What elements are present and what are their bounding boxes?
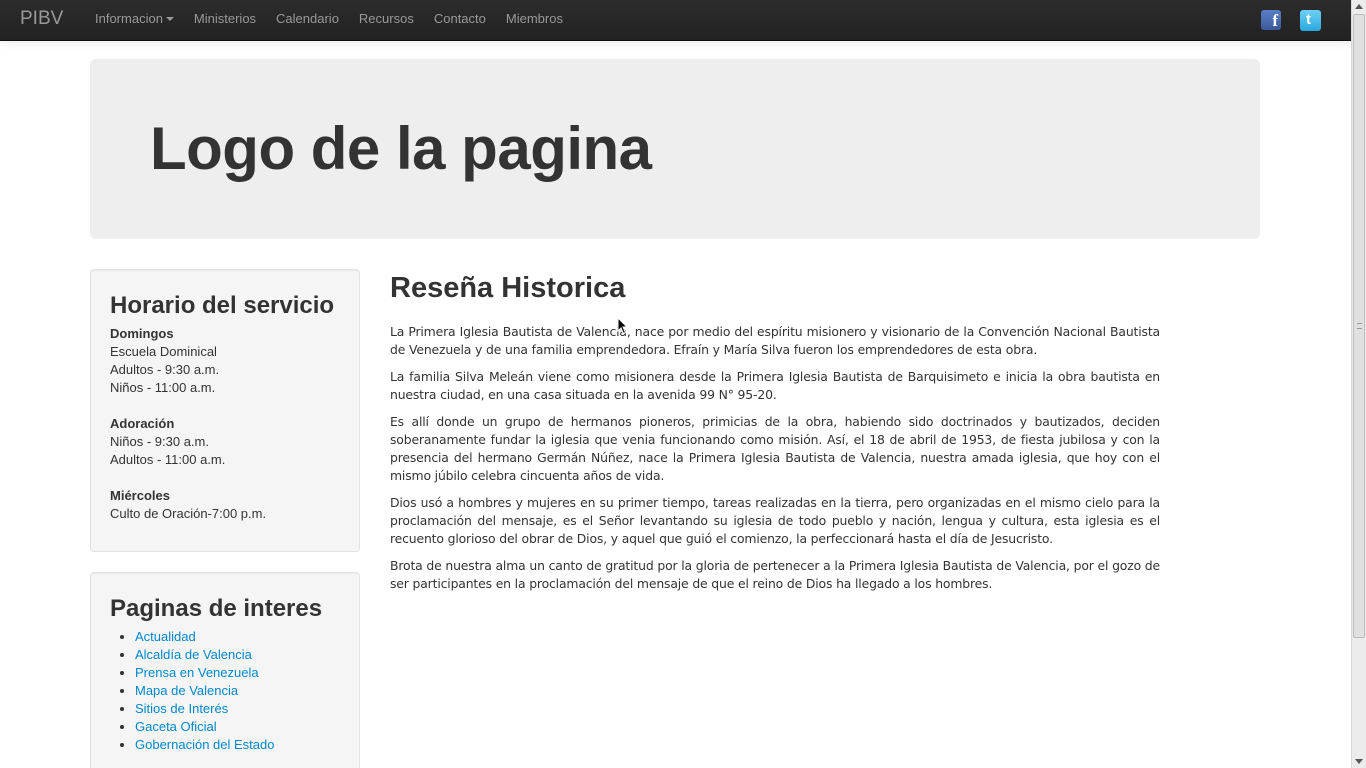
schedule-body: Domingos Escuela Dominical Adultos - 9:3… bbox=[110, 325, 266, 523]
list-item: Prensa en Venezuela bbox=[135, 664, 274, 682]
hero-banner: Logo de la pagina bbox=[90, 59, 1260, 239]
twitter-glyph: t bbox=[1306, 11, 1311, 28]
nav-contacto[interactable]: Contacto bbox=[424, 0, 496, 40]
list-item: Alcaldía de Valencia bbox=[135, 646, 274, 664]
links-panel: Paginas de interes Actualidad Alcaldía d… bbox=[90, 572, 360, 768]
schedule-line: Culto de Oración-7:00 p.m. bbox=[110, 506, 267, 521]
link-mapa[interactable]: Mapa de Valencia bbox=[135, 683, 238, 698]
history-paragraph: La familia Silva Meleán viene como misio… bbox=[390, 369, 1160, 402]
link-gobernacion[interactable]: Gobernación del Estado bbox=[135, 737, 274, 752]
page-title: Reseña Historica bbox=[390, 272, 626, 304]
top-navbar: PIBV Informacion Ministerios Calendario … bbox=[0, 0, 1351, 41]
schedule-panel: Horario del servicio Domingos Escuela Do… bbox=[90, 269, 360, 552]
link-sitios[interactable]: Sitios de Interés bbox=[135, 701, 228, 716]
facebook-icon[interactable]: f bbox=[1261, 10, 1281, 30]
link-alcaldia[interactable]: Alcaldía de Valencia bbox=[135, 647, 252, 662]
schedule-line: Adultos - 9:30 a.m. bbox=[110, 362, 220, 377]
scroll-up-arrow-icon[interactable] bbox=[1355, 4, 1363, 9]
mouse-cursor-icon bbox=[617, 317, 629, 335]
hero-title: Logo de la pagina bbox=[150, 115, 652, 182]
list-item: Gobernación del Estado bbox=[135, 736, 274, 754]
schedule-day: Domingos bbox=[110, 326, 174, 341]
nav-calendario[interactable]: Calendario bbox=[266, 0, 349, 40]
schedule-day: Adoración bbox=[110, 416, 175, 431]
link-prensa[interactable]: Prensa en Venezuela bbox=[135, 665, 259, 680]
history-paragraph: La Primera Iglesia Bautista de Valencia,… bbox=[390, 324, 1160, 357]
scroll-down-arrow-icon[interactable] bbox=[1355, 759, 1363, 764]
nav-ministerios[interactable]: Ministerios bbox=[184, 0, 266, 40]
schedule-day: Miércoles bbox=[110, 488, 170, 503]
twitter-icon[interactable]: t bbox=[1300, 10, 1321, 31]
brand-link[interactable]: PIBV bbox=[20, 8, 63, 30]
nav-miembros[interactable]: Miembros bbox=[496, 0, 573, 40]
schedule-line: Escuela Dominical bbox=[110, 344, 217, 359]
link-gaceta[interactable]: Gaceta Oficial bbox=[135, 719, 217, 734]
main-nav: Informacion Ministerios Calendario Recur… bbox=[85, 0, 573, 40]
history-paragraph: Dios usó a hombres y mujeres en su prime… bbox=[390, 495, 1160, 546]
history-paragraph: Brota de nuestra alma un canto de gratit… bbox=[390, 558, 1160, 591]
schedule-line: Niños - 11:00 a.m. bbox=[110, 380, 216, 395]
schedule-title: Horario del servicio bbox=[110, 292, 335, 319]
schedule-line: Adultos - 11:00 a.m. bbox=[110, 452, 226, 467]
link-actualidad[interactable]: Actualidad bbox=[135, 629, 196, 644]
nav-recursos[interactable]: Recursos bbox=[349, 0, 424, 40]
nav-informacion[interactable]: Informacion bbox=[85, 0, 184, 40]
main-content: Reseña Historica La Primera Iglesia Baut… bbox=[390, 269, 1160, 602]
list-item: Mapa de Valencia bbox=[135, 682, 274, 700]
history-paragraph: Es allí donde un grupo de hermanos pione… bbox=[390, 414, 1160, 483]
vertical-scrollbar[interactable] bbox=[1351, 0, 1366, 768]
caret-down-icon bbox=[165, 16, 174, 21]
scrollbar-grip-icon bbox=[1357, 323, 1362, 329]
list-item: Sitios de Interés bbox=[135, 700, 274, 718]
nav-informacion-label: Informacion bbox=[95, 11, 163, 26]
list-item: Actualidad bbox=[135, 628, 274, 646]
links-list: Actualidad Alcaldía de Valencia Prensa e… bbox=[135, 628, 274, 754]
facebook-glyph: f bbox=[1272, 11, 1278, 30]
scrollbar-thumb[interactable] bbox=[1353, 14, 1365, 638]
list-item: Gaceta Oficial bbox=[135, 718, 274, 736]
schedule-line: Niños - 9:30 a.m. bbox=[110, 434, 209, 449]
links-title: Paginas de interes bbox=[110, 595, 323, 622]
